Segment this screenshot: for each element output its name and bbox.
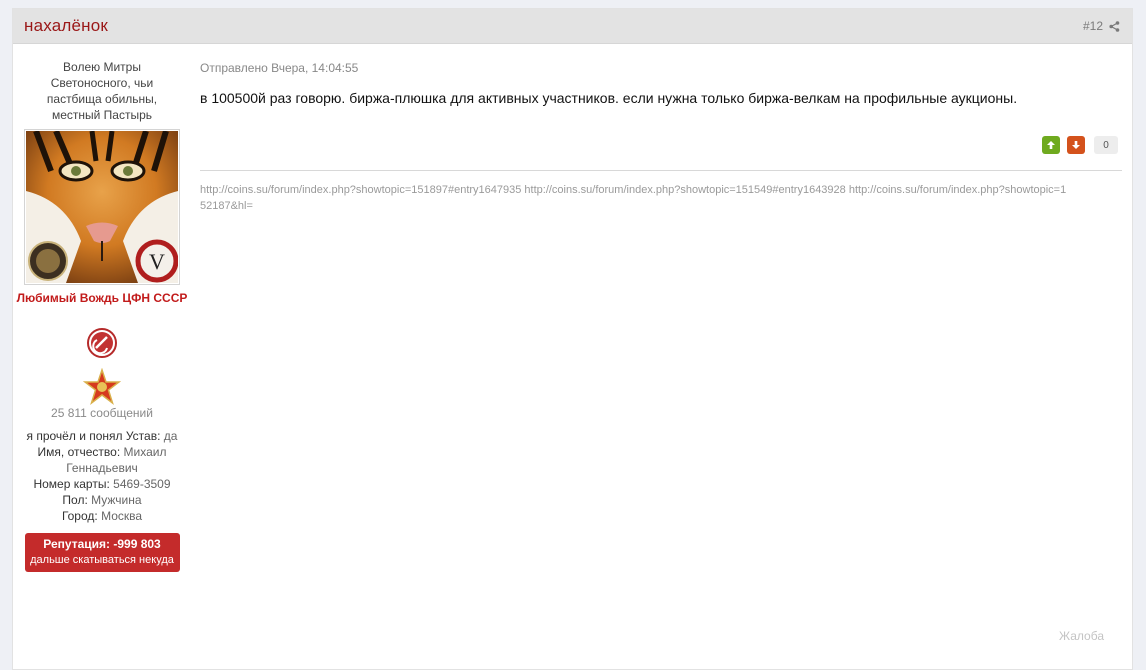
post-header: нахалёнок #12 <box>13 9 1132 44</box>
share-icon[interactable] <box>1109 20 1120 32</box>
reputation-badge: Репутация: -999 803 дальше скатываться н… <box>24 533 180 572</box>
arrow-down-icon <box>1072 141 1080 149</box>
profile-field: Имя, отчество: Михаил Геннадьевич <box>37 445 167 475</box>
profile-field: Пол: Мужчина <box>62 493 142 507</box>
post-content: Отправлено Вчера, 14:04:55 в 100500й раз… <box>200 44 1122 212</box>
rate-down-button[interactable] <box>1067 136 1085 154</box>
post-number-link[interactable]: #12 <box>1083 19 1103 33</box>
rate-up-button[interactable] <box>1042 136 1060 154</box>
profile-field: Номер карты: 5469-3509 <box>33 477 171 491</box>
forum-post: нахалёнок #12 Волею Митры Светоносного, … <box>12 8 1133 670</box>
signature-divider <box>200 170 1122 171</box>
author-name-link[interactable]: нахалёнок <box>24 16 108 36</box>
profile-fields: я прочёл и понял Устав: да Имя, отчество… <box>13 428 191 524</box>
svg-text:V: V <box>149 249 165 274</box>
group-name: Любимый Вождь ЦФН СССР <box>16 291 188 305</box>
avatar[interactable]: V <box>24 129 180 285</box>
reputation-title: Репутация: -999 803 <box>43 537 161 551</box>
rating-count: 0 <box>1094 136 1118 154</box>
user-title: Волею Митры Светоносного, чьи пастбища о… <box>46 60 158 122</box>
profile-field: Город: Москва <box>61 509 143 523</box>
reputation-subtitle: дальше скатываться некуда <box>30 554 174 566</box>
profile-field: я прочёл и понял Устав: да <box>26 429 178 443</box>
post-count: 25 811 сообщений <box>51 406 153 420</box>
arrow-up-icon <box>1047 141 1055 149</box>
hammer-sickle-badge-icon <box>87 328 117 358</box>
report-link[interactable]: Жалоба <box>1059 629 1104 643</box>
author-panel: Волею Митры Светоносного, чьи пастбища о… <box>13 44 191 572</box>
star-badge-icon <box>82 367 122 406</box>
post-number: #12 <box>1083 19 1120 33</box>
signature[interactable]: http://coins.su/forum/index.php?showtopi… <box>200 182 1072 214</box>
posted-date: Отправлено Вчера, 14:04:55 <box>200 61 359 75</box>
post-rating: 0 <box>1042 136 1118 154</box>
post-body: в 100500й раз говорю. биржа-плюшка для а… <box>200 90 1018 106</box>
